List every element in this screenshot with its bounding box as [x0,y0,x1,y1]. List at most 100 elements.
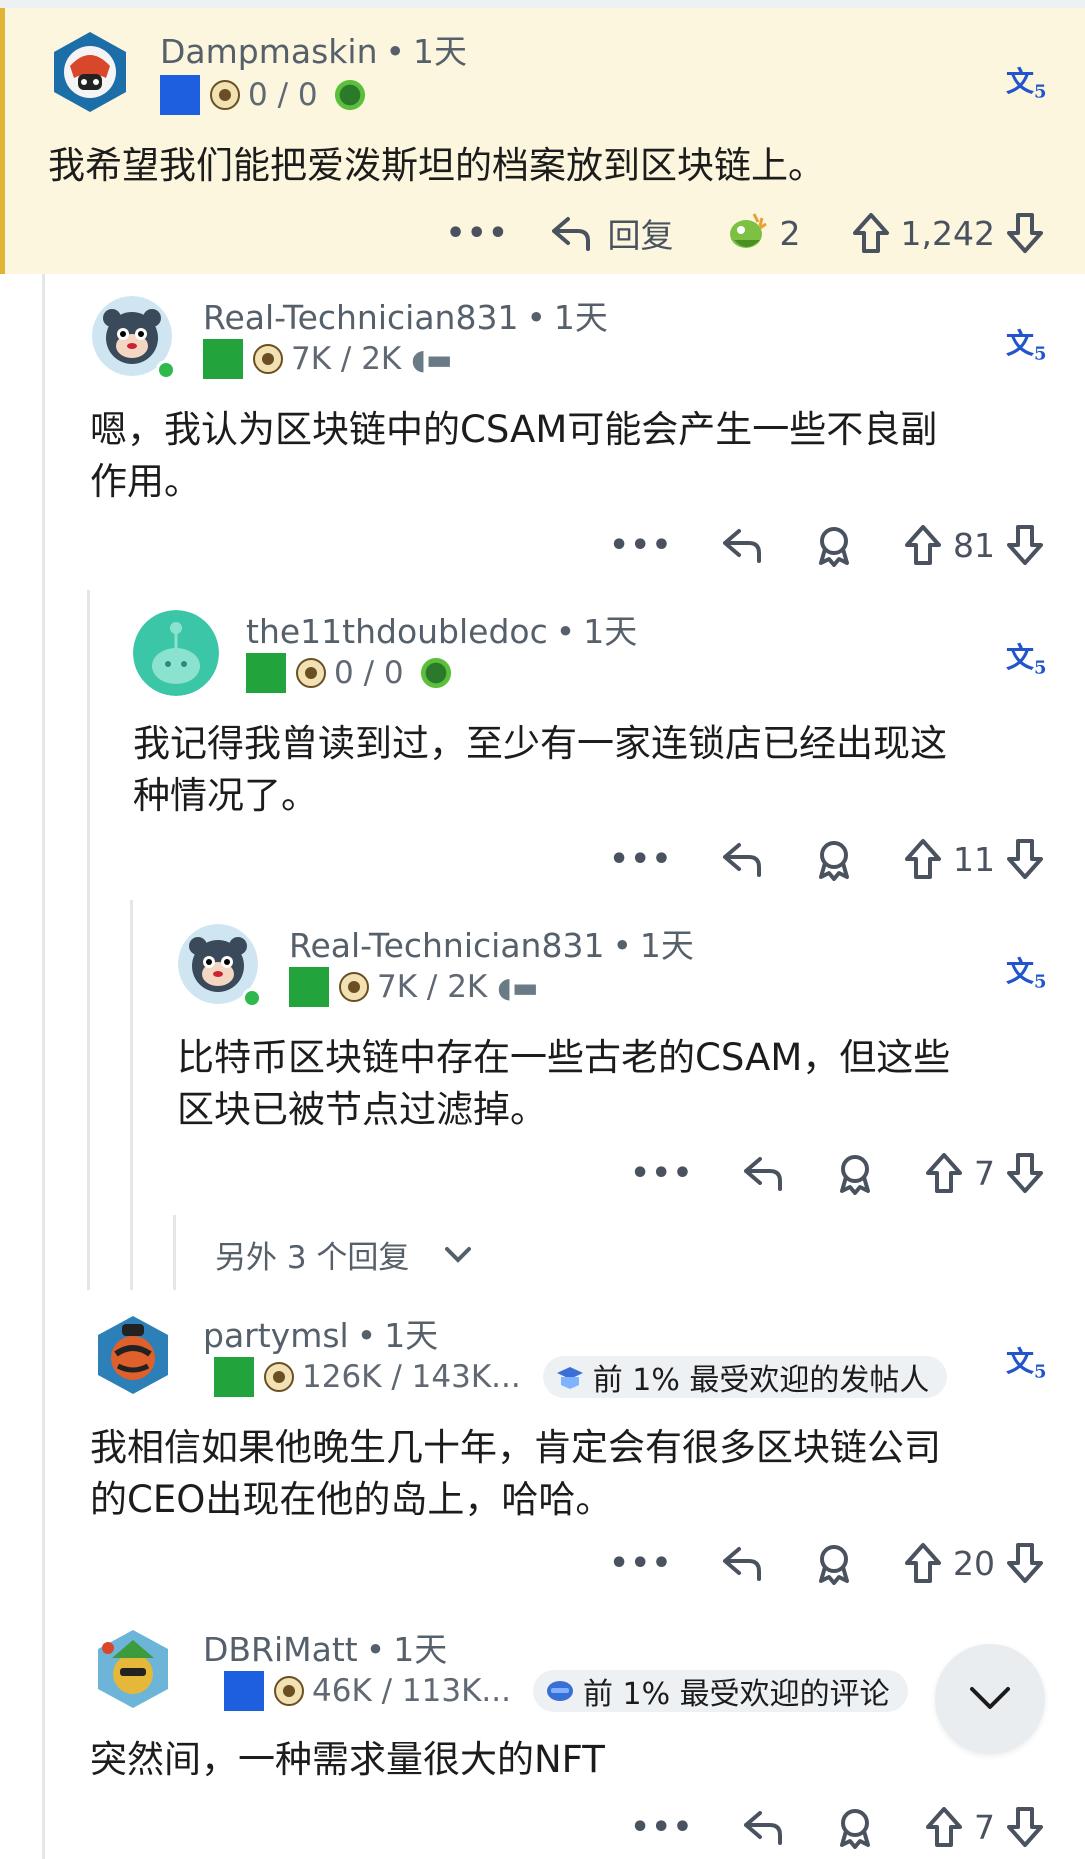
flair-text: 0 / 0 [248,77,318,113]
comment-body: 我相信如果他晚生几十年，肯定会有很多区块链公司 的CEO出现在他的岛上，哈哈。 [90,1422,1050,1526]
comment-actions: ••• 20 [500,1538,1045,1588]
timestamp: 1天 [583,612,638,651]
more-replies-label: 另外 3 个回复 [215,1240,410,1276]
more-icon[interactable]: ••• [609,842,673,877]
badge-label: 前 1% 最受欢迎的评论 [583,1677,890,1712]
upvote-icon[interactable] [924,1805,964,1849]
username[interactable]: Dampmaskin [160,32,377,71]
translate-icon[interactable]: 文5 [1006,1340,1047,1383]
user-flair: 0 / 0 [246,652,454,694]
downvote-icon[interactable] [1005,211,1045,255]
comment-body-line: 嗯，我认为区块链中的CSAM可能会产生一些不良副 [90,408,938,451]
score: 20 [953,1543,995,1583]
top-commenter-badge: 前 1% 最受欢迎的评论 [533,1670,908,1712]
username[interactable]: Real-Technician831 [203,298,518,337]
username[interactable]: Real-Technician831 [289,926,604,965]
reply-icon[interactable] [742,1153,786,1193]
translate-icon[interactable]: 文5 [1006,950,1047,993]
reply-icon[interactable] [721,1543,765,1583]
reply-icon[interactable] [721,839,765,879]
upvote-icon[interactable] [903,523,943,567]
virus-icon [417,655,454,691]
translate-icon[interactable]: 文5 [1006,636,1047,679]
vote-group: 7 [924,1805,1045,1849]
award-icon[interactable] [834,1805,876,1849]
downvote-icon[interactable] [1005,1541,1045,1585]
vote-group: 81 [903,523,1045,567]
more-icon[interactable]: ••• [630,1156,694,1191]
user-flair: 0 / 0 [160,74,368,116]
downvote-icon[interactable] [1005,1151,1045,1195]
upvote-icon[interactable] [851,211,891,255]
timestamp: 1天 [393,1630,448,1669]
avatar[interactable] [48,30,132,114]
score: 81 [953,525,995,565]
comment-body: 嗯，我认为区块链中的CSAM可能会产生一些不良副 作用。 [90,404,1050,508]
online-status-indicator [156,360,176,380]
reply-icon[interactable] [721,525,765,565]
coin-icon [296,658,326,688]
thread-line[interactable] [173,1215,176,1290]
upvote-icon[interactable] [924,1151,964,1195]
award-button[interactable]: 2 [724,210,801,256]
user-flair: 7K / 2K ◖▬ [289,966,538,1008]
translate-icon[interactable]: 文5 [1006,60,1047,103]
vote-group: 7 [924,1151,1045,1195]
thread-line[interactable] [87,590,90,1290]
translate-icon[interactable]: 文5 [1006,322,1047,365]
upvote-icon[interactable] [903,837,943,881]
more-replies-button[interactable]: 另外 3 个回复 [215,1232,473,1277]
coin-icon [274,1676,304,1706]
comment-actions: ••• 11 [500,834,1045,884]
reply-button[interactable]: 回复 [550,209,674,257]
award-icon[interactable] [813,1541,855,1585]
comment-body-line: 我相信如果他晚生几十年，肯定会有很多区块链公司 [90,1426,941,1469]
score: 11 [953,839,995,879]
more-icon[interactable]: ••• [609,528,673,563]
comment-meta: Dampmaskin • 1天 [160,32,467,71]
award-icon[interactable] [813,837,855,881]
upvote-icon[interactable] [903,1541,943,1585]
flair-text: 126K / 143K... [302,1359,521,1395]
award-icon[interactable] [813,523,855,567]
award-icon [729,213,767,248]
username[interactable]: partymsl [203,1316,349,1355]
score: 7 [974,1153,995,1193]
user-flair: 7K / 2K ◖▬ [203,338,452,380]
comment-meta: the11thdoubledoc • 1天 [246,612,638,651]
more-icon[interactable]: ••• [630,1810,694,1845]
reply-icon[interactable] [742,1807,786,1847]
badge-label: 前 1% 最受欢迎的发帖人 [592,1363,930,1398]
username[interactable]: the11thdoubledoc [246,612,548,651]
comment-body: 我记得我曾读到过，至少有一家连锁店已经出现这 种情况了。 [133,718,1053,822]
comment-body-line: 我记得我曾读到过，至少有一家连锁店已经出现这 [133,722,947,765]
score: 1,242 [900,213,995,253]
thread-line[interactable] [42,274,45,1859]
comment-actions: ••• 回复 2 1,242 [400,208,1045,258]
rank-icon [547,1681,573,1701]
scroll-down-button[interactable] [935,1644,1045,1754]
downvote-icon[interactable] [1005,523,1045,567]
downvote-icon[interactable] [1005,837,1045,881]
vote-group: 11 [903,837,1045,881]
avatar[interactable] [133,610,219,696]
comment-body-line: 种情况了。 [133,774,318,817]
more-icon[interactable]: ••• [609,1546,673,1581]
avatar[interactable] [92,1628,174,1710]
flair-text: 7K / 2K [291,341,402,377]
coin-icon [264,1362,294,1392]
username[interactable]: DBRiMatt [203,1630,358,1669]
flair-text: 7K / 2K [377,969,488,1005]
avatar[interactable] [92,1314,174,1396]
downvote-icon[interactable] [1005,1805,1045,1849]
comment-actions: ••• 81 [500,520,1045,570]
award-icon[interactable] [834,1151,876,1195]
comment-body-line: 的CEO出现在他的岛上，哈哈。 [90,1478,613,1521]
flair-square-icon [224,1671,264,1711]
score: 7 [974,1807,995,1847]
thread-line[interactable] [130,900,133,1290]
more-icon[interactable]: ••• [446,216,510,251]
timestamp: 1天 [639,926,694,965]
comment-meta: Real-Technician831 • 1天 [289,926,694,965]
user-flair: 126K / 143K... 前 1% 最受欢迎的发帖人 [214,1356,948,1398]
